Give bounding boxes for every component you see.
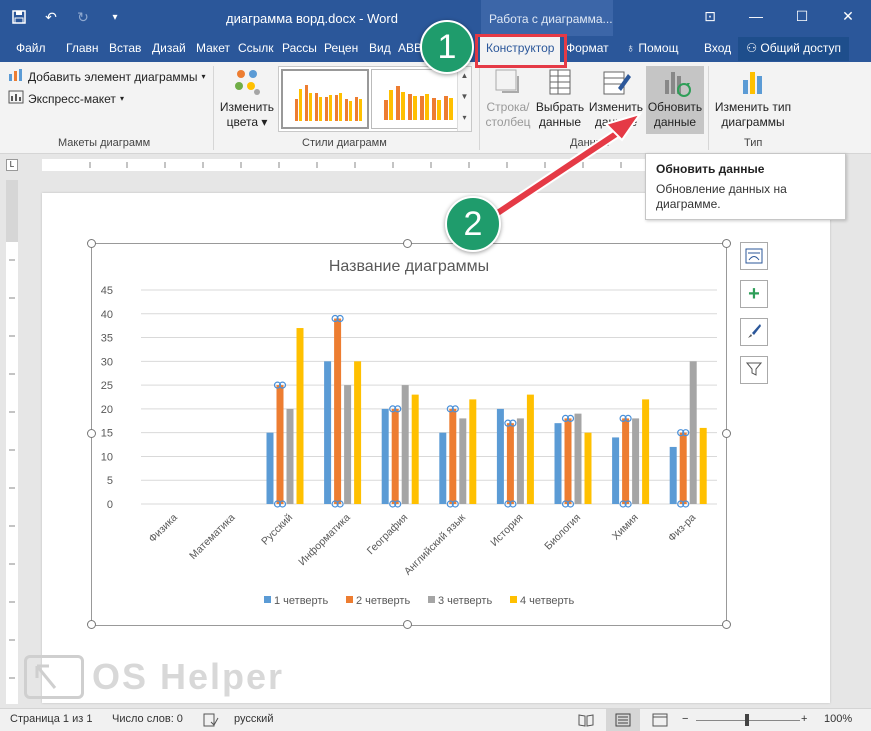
status-bar: Страница 1 из 1 Число слов: 0 русский − … xyxy=(0,708,871,731)
annotation-arrow xyxy=(485,112,643,223)
watermark-logo-icon xyxy=(24,655,84,699)
print-layout-icon[interactable] xyxy=(606,709,640,731)
zoom-slider-thumb[interactable] xyxy=(745,714,749,726)
proofing-icon[interactable] xyxy=(203,713,219,730)
zoom-in-icon[interactable]: + xyxy=(801,713,807,725)
word-count[interactable]: Число слов: 0 xyxy=(112,713,183,725)
read-mode-icon[interactable] xyxy=(578,713,594,730)
page-count[interactable]: Страница 1 из 1 xyxy=(10,713,92,725)
zoom-out-icon[interactable]: − xyxy=(682,713,688,725)
web-layout-icon[interactable] xyxy=(652,713,668,730)
zoom-level[interactable]: 100% xyxy=(824,713,852,725)
language-indicator[interactable]: русский xyxy=(234,713,273,725)
os-helper-watermark: OS Helper xyxy=(24,655,284,699)
watermark-text: OS Helper xyxy=(92,656,285,697)
step-callout-2: 2 xyxy=(445,196,501,252)
